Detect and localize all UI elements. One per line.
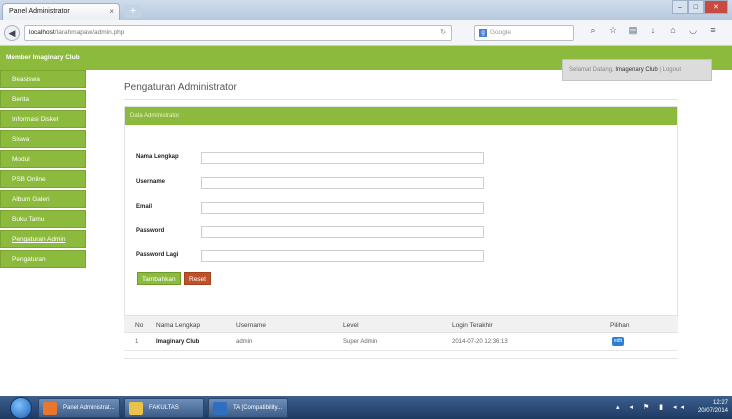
clipboard-icon[interactable]: ▤ (628, 25, 638, 36)
firefox-icon (43, 402, 57, 415)
password-label: Password (136, 228, 165, 234)
tab-title: Panel Administrator (9, 8, 70, 15)
back-arrow-icon[interactable]: ◀ (4, 25, 20, 41)
table-row: 1 Imaginary Club admin Super Admin 2014-… (124, 333, 678, 351)
google-icon: g (479, 29, 487, 37)
home-icon[interactable]: ⌂ (668, 25, 678, 36)
minimize-icon[interactable]: – (672, 0, 688, 14)
close-tab-icon[interactable]: × (109, 7, 114, 16)
search-placeholder: Google (490, 29, 511, 36)
password-again-label: Password Lagi (136, 252, 179, 258)
sidebar-item-informasi[interactable]: Informasi Diskel (0, 110, 86, 128)
sidebar-item-buku-tamu[interactable]: Buku Tamu (0, 210, 86, 228)
email-label: Email (136, 204, 153, 210)
sidebar-item-pengaturan[interactable]: Pengaturan (0, 250, 86, 268)
panel-title: Data Administrator (125, 107, 677, 125)
cell-login: 2014-07-20 12:36:13 (452, 339, 508, 345)
form-row-password: Password (136, 226, 676, 238)
username-field[interactable] (201, 177, 484, 189)
welcome-text: Selamat Datang, (569, 67, 614, 73)
browser-titlebar: Panel Administrator × + – □ ✕ (0, 0, 732, 20)
title-divider (124, 99, 678, 100)
tray-icons[interactable]: ▴ ◂ ⚑ ▮ ◂◂ (616, 403, 688, 411)
add-button[interactable]: Tambahkan (137, 272, 181, 285)
welcome-user: Imagenary Club (615, 67, 658, 73)
taskbar-item-word[interactable]: TA [Compatibility... (208, 398, 288, 418)
reload-icon[interactable]: ↻ (440, 28, 446, 36)
clock-time: 12:27 (712, 400, 728, 406)
nama-lengkap-field[interactable] (201, 152, 484, 164)
sidebar-item-beasiswa[interactable]: Beasiswa (0, 70, 86, 88)
taskbar-label-word: TA [Compatibility... (233, 405, 283, 411)
email-field[interactable] (201, 202, 484, 214)
clock[interactable]: 12:27 20/07/2014 (698, 399, 728, 415)
new-tab-button[interactable]: + (124, 5, 142, 18)
taskbar: Panel Administrat... FAKULTAS TA [Compat… (0, 396, 732, 419)
col-login: Login Terakhir (452, 322, 493, 329)
cell-level: Super Admin (343, 339, 378, 345)
site-title: Member Imaginary Club (6, 54, 80, 61)
form-row-username: Username (136, 177, 676, 189)
col-level: Level (343, 322, 359, 329)
table-header: No Nama Lengkap Username Level Login Ter… (124, 315, 678, 333)
col-nama: Nama Lengkap (156, 322, 201, 329)
menu-icon[interactable]: ≡ (708, 25, 718, 36)
maximize-icon[interactable]: □ (687, 0, 704, 14)
admin-form-panel: Data Administrator Nama Lengkap Username… (124, 106, 678, 328)
sidebar-item-pengaturan-admin[interactable]: Pengaturan Admin (0, 230, 86, 248)
folder-icon (129, 402, 143, 415)
cell-username: admin (236, 339, 253, 345)
form-row-password-again: Password Lagi (136, 250, 676, 262)
reset-button[interactable]: Reset (184, 272, 211, 285)
search-input[interactable]: g Google (474, 25, 574, 41)
word-icon (213, 402, 227, 415)
sidebar-item-album-galeri[interactable]: Album Galeri (0, 190, 86, 208)
web-page: Member Imaginary Club Selamat Datang, Im… (0, 46, 732, 389)
toolbar-icons: ⌕ ☆ ▤ ↓ ⌂ ◡ ≡ (588, 25, 718, 36)
sidebar-item-berita[interactable]: Berita (0, 90, 86, 108)
password-again-field[interactable] (201, 250, 484, 262)
bookmark-star-icon[interactable]: ☆ (608, 25, 618, 36)
browser-tab[interactable]: Panel Administrator × (2, 3, 120, 20)
page-title: Pengaturan Administrator (124, 82, 237, 93)
col-no: No (135, 322, 144, 329)
url-path: /tarahmapaw/admin.php (54, 29, 125, 36)
taskbar-label-browser: Panel Administrat... (63, 405, 115, 411)
sidebar: Beasiswa Berita Informasi Diskel Siswa M… (0, 70, 86, 270)
url-host: localhost (29, 29, 55, 36)
taskbar-label-folder: FAKULTAS (149, 405, 179, 411)
sidebar-item-psb-online[interactable]: PSB Online (0, 170, 86, 188)
col-pilihan: Pilihan (610, 322, 630, 329)
browser-navbar: ◀ localhost/tarahmapaw/admin.php ↻ g Goog… (0, 20, 732, 46)
username-label: Username (136, 179, 166, 185)
nama-label: Nama Lengkap (136, 154, 179, 160)
taskbar-item-browser[interactable]: Panel Administrat... (38, 398, 120, 418)
cell-nama: Imaginary Club (156, 339, 200, 345)
col-username: Username (236, 322, 266, 329)
logout-link[interactable]: | Logout (659, 67, 681, 73)
window-controls: – □ ✕ (672, 0, 728, 14)
edit-button[interactable]: edit (612, 337, 624, 346)
window-close-icon[interactable]: ✕ (703, 0, 728, 14)
taskbar-item-folder[interactable]: FAKULTAS (124, 398, 204, 418)
pocket-icon[interactable]: ◡ (688, 25, 698, 36)
sidebar-item-siswa[interactable]: Siswa (0, 130, 86, 148)
clock-date: 20/07/2014 (697, 408, 728, 414)
search-icon[interactable]: ⌕ (588, 25, 598, 36)
content-divider (124, 358, 678, 359)
start-button[interactable] (10, 397, 32, 419)
download-icon[interactable]: ↓ (648, 25, 658, 36)
sidebar-item-modul[interactable]: Modul (0, 150, 86, 168)
form-row-nama: Nama Lengkap (136, 152, 676, 164)
password-field[interactable] (201, 226, 484, 238)
url-bar[interactable]: localhost/tarahmapaw/admin.php ↻ (24, 25, 452, 41)
form-row-email: Email (136, 202, 676, 214)
cell-no: 1 (135, 339, 139, 345)
user-box: Selamat Datang, Imagenary Club | Logout (562, 59, 712, 81)
